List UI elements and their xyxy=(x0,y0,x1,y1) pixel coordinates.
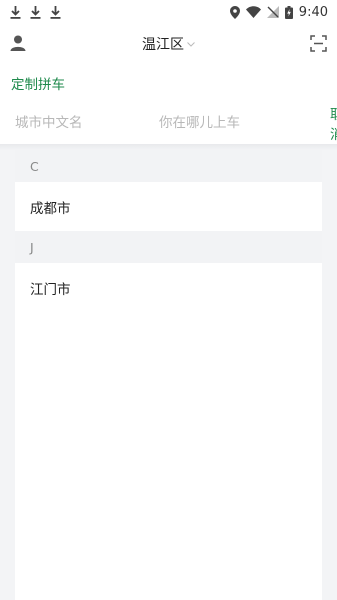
group-header-j: J xyxy=(15,231,322,263)
user-icon[interactable] xyxy=(10,35,26,55)
city-list-area: C 成都市 J 江门市 xyxy=(0,144,337,600)
list-blank-area xyxy=(15,312,322,600)
scan-icon[interactable] xyxy=(310,35,327,56)
status-right: 9:40 xyxy=(224,5,328,20)
custom-carpool-link[interactable]: 定制拼车 xyxy=(0,64,337,102)
wifi-icon xyxy=(245,6,261,18)
city-item[interactable]: 成都市 xyxy=(15,182,322,231)
district-selector[interactable]: 温江区 xyxy=(142,34,195,54)
top-bar: 温江区 xyxy=(0,24,337,64)
battery-charging-icon xyxy=(284,5,293,19)
pickup-location-input[interactable] xyxy=(159,115,330,131)
city-item[interactable]: 江门市 xyxy=(15,263,322,312)
custom-carpool-label: 定制拼车 xyxy=(11,77,65,93)
cancel-button[interactable]: 取消 xyxy=(330,103,337,143)
download-icon xyxy=(30,5,41,19)
location-icon xyxy=(229,5,240,19)
no-signal-icon xyxy=(266,6,279,18)
chevron-down-icon xyxy=(187,41,195,47)
city-search-input[interactable] xyxy=(15,115,145,131)
status-time: 9:40 xyxy=(298,4,328,20)
city-list[interactable]: C 成都市 J 江门市 xyxy=(15,150,322,600)
group-header-c: C xyxy=(15,150,322,182)
district-label: 温江区 xyxy=(142,37,184,53)
status-left xyxy=(10,5,70,19)
download-icon xyxy=(50,5,61,19)
status-bar: 9:40 xyxy=(0,0,337,24)
download-icon xyxy=(10,5,21,19)
search-row: 取消 xyxy=(0,102,337,144)
